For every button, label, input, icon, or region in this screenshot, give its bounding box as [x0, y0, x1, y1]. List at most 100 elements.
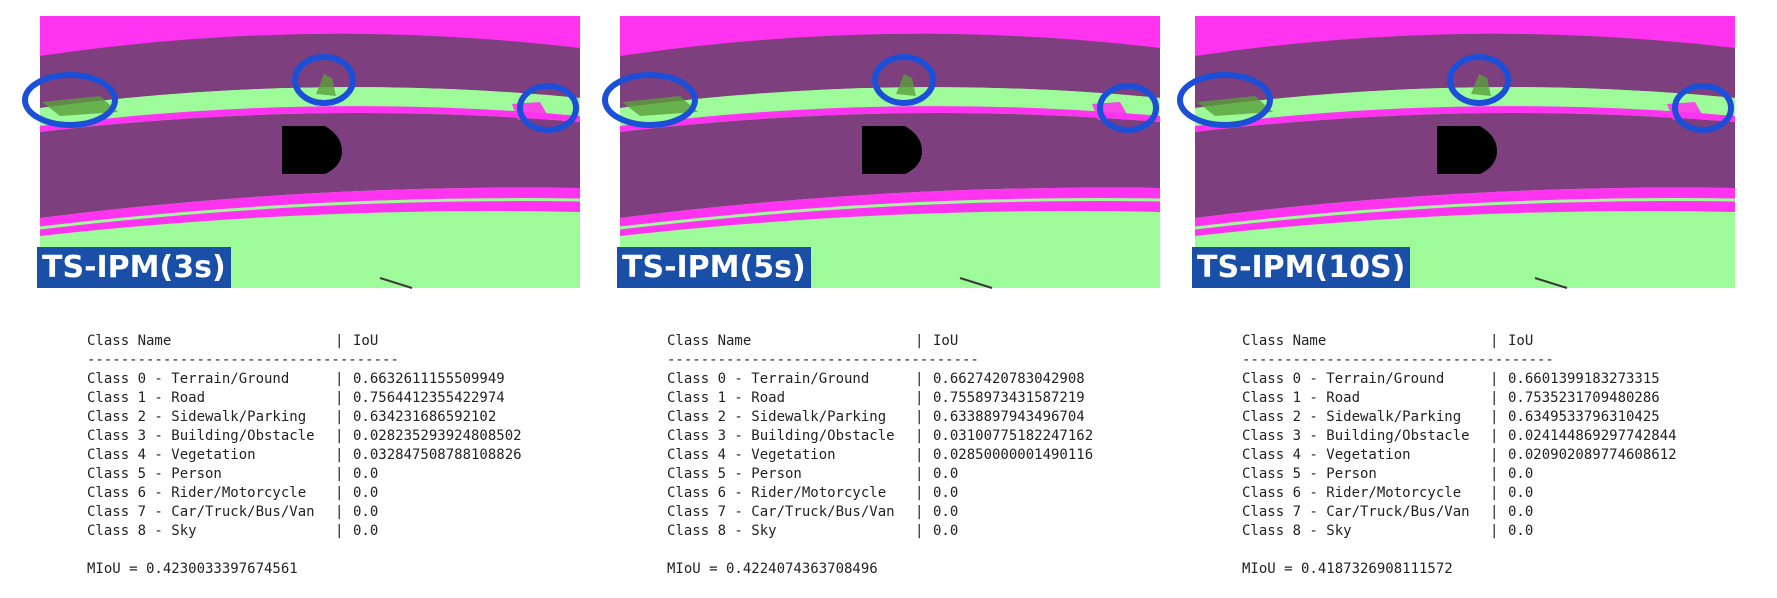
table-row: Class 8 - Sky | 0.0 — [1242, 522, 1677, 541]
table-row: Class 7 - Car/Truck/Bus/Van | 0.0 — [1242, 503, 1677, 522]
class-name-cell: Class 8 - Sky — [667, 523, 777, 539]
class-name-cell: Class 6 - Rider/Motorcycle — [87, 485, 307, 501]
column-separator: | — [915, 428, 924, 444]
table-row: Class 8 - Sky | 0.0 — [667, 522, 1093, 541]
class-name-cell: Class 4 - Vegetation — [667, 447, 836, 463]
class-name-cell: Class 1 - Road — [87, 390, 206, 406]
class-name-cell: Class 4 - Vegetation — [1242, 447, 1411, 463]
iou-value-cell: 0.7558973431587219 — [933, 390, 1085, 406]
iou-value-cell: 0.6338897943496704 — [933, 409, 1085, 425]
table-row: Class 0 - Terrain/Ground | 0.6601399183273… — [1242, 370, 1677, 389]
column-separator: | — [1490, 333, 1499, 349]
header-rule: ------------------------------------- — [667, 352, 979, 368]
column-separator: | — [915, 390, 924, 406]
table-row: Class 1 - Road | 0.7564412355422974 — [87, 389, 522, 408]
miou-value: MIoU = 0.4224074363708496 — [667, 561, 878, 577]
class-name-cell: Class 5 - Person — [667, 466, 802, 482]
table-row: Class 4 - Vegetation | 0.02850000001490116 — [667, 446, 1093, 465]
table-row: Class 4 - Vegetation | 0.02090208977460861… — [1242, 446, 1677, 465]
column-separator: | — [915, 371, 924, 387]
table-row: Class 3 - Building/Obstacle | 0.0241448692… — [1242, 427, 1677, 446]
table-row: Class 2 - Sidewalk/Parking | 0.63495337963… — [1242, 408, 1677, 427]
iou-table: Class Name | IoU --------------------------… — [87, 332, 522, 579]
table-row: Class 5 - Person | 0.0 — [87, 465, 522, 484]
iou-value-cell: 0.03100775182247162 — [933, 428, 1094, 444]
column-separator: | — [1490, 390, 1499, 406]
iou-value-cell: 0.0 — [933, 466, 959, 482]
class-name-cell: Class 7 - Car/Truck/Bus/Van — [667, 504, 895, 520]
column-separator: | — [335, 485, 344, 501]
iou-value-cell: 0.6627420783042908 — [933, 371, 1085, 387]
column-separator: | — [335, 371, 344, 387]
ego-vehicle-mask — [282, 126, 342, 174]
column-separator: | — [1490, 428, 1499, 444]
table-row: Class 0 - Terrain/Ground | 0.6632611155509… — [87, 370, 522, 389]
iou-table: Class Name | IoU --------------------------… — [667, 332, 1093, 579]
column-separator: | — [915, 523, 924, 539]
class-name-cell: Class 2 - Sidewalk/Parking — [87, 409, 307, 425]
class-name-cell: Class 6 - Rider/Motorcycle — [667, 485, 887, 501]
method-label: TS-IPM(3s) — [37, 247, 231, 288]
iou-value-cell: 0.0 — [353, 485, 379, 501]
iou-value-cell: 0.6349533796310425 — [1508, 409, 1660, 425]
class-name-cell: Class 3 - Building/Obstacle — [87, 428, 315, 444]
column-separator: | — [1490, 409, 1499, 425]
column-separator: | — [335, 447, 344, 463]
iou-value-cell: 0.0 — [1508, 523, 1534, 539]
class-name-cell: Class 2 - Sidewalk/Parking — [1242, 409, 1462, 425]
header-class-name: Class Name — [1242, 333, 1327, 349]
column-separator: | — [915, 333, 924, 349]
table-row: Class 6 - Rider/Motorcycle | 0.0 — [87, 484, 522, 503]
column-separator: | — [335, 390, 344, 406]
class-name-cell: Class 4 - Vegetation — [87, 447, 256, 463]
iou-value-cell: 0.634231686592102 — [353, 409, 497, 425]
iou-value-cell: 0.0 — [1508, 485, 1534, 501]
header-iou: IoU — [1508, 333, 1534, 349]
header-iou: IoU — [353, 333, 379, 349]
class-name-cell: Class 2 - Sidewalk/Parking — [667, 409, 887, 425]
class-name-cell: Class 1 - Road — [1242, 390, 1361, 406]
header-class-name: Class Name — [87, 333, 172, 349]
table-row: Class 2 - Sidewalk/Parking | 0.63388979434… — [667, 408, 1093, 427]
iou-value-cell: 0.0 — [1508, 466, 1534, 482]
table-row: Class 3 - Building/Obstacle | 0.0282352939… — [87, 427, 522, 446]
table-row: Class 6 - Rider/Motorcycle | 0.0 — [667, 484, 1093, 503]
iou-value-cell: 0.028235293924808502 — [353, 428, 522, 444]
iou-value-cell: 0.024144869297742844 — [1508, 428, 1677, 444]
table-row: Class 2 - Sidewalk/Parking | 0.63423168659… — [87, 408, 522, 427]
column-separator: | — [335, 466, 344, 482]
column-separator: | — [335, 504, 344, 520]
table-row: Class 7 - Car/Truck/Bus/Van | 0.0 — [87, 503, 522, 522]
header-rule: ------------------------------------- — [87, 352, 399, 368]
column-separator: | — [1490, 485, 1499, 501]
class-name-cell: Class 5 - Person — [87, 466, 222, 482]
table-row: Class 1 - Road | 0.7535231709480286 — [1242, 389, 1677, 408]
class-name-cell: Class 5 - Person — [1242, 466, 1377, 482]
column-separator: | — [1490, 371, 1499, 387]
column-separator: | — [1490, 447, 1499, 463]
panel-ts-ipm-5s: TS-IPM(5s) Class Name | IoU ---------------… — [602, 0, 1180, 598]
class-name-cell: Class 8 - Sky — [87, 523, 197, 539]
ego-vehicle-mask — [1437, 126, 1497, 174]
class-name-cell: Class 7 - Car/Truck/Bus/Van — [87, 504, 315, 520]
class-name-cell: Class 0 - Terrain/Ground — [1242, 371, 1445, 387]
iou-value-cell: 0.0 — [353, 466, 379, 482]
iou-table: Class Name | IoU --------------------------… — [1242, 332, 1677, 579]
column-separator: | — [915, 504, 924, 520]
method-label: TS-IPM(10S) — [1192, 247, 1411, 288]
column-separator: | — [335, 428, 344, 444]
header-class-name: Class Name — [667, 333, 752, 349]
class-name-cell: Class 0 - Terrain/Ground — [87, 371, 290, 387]
ego-vehicle-mask — [862, 126, 922, 174]
table-row: Class 1 - Road | 0.7558973431587219 — [667, 389, 1093, 408]
miou-value: MIoU = 0.4187326908111572 — [1242, 561, 1453, 577]
iou-value-cell: 0.0 — [933, 504, 959, 520]
table-row: Class 5 - Person | 0.0 — [1242, 465, 1677, 484]
table-row: Class 4 - Vegetation | 0.03284750878810882… — [87, 446, 522, 465]
table-row: Class 6 - Rider/Motorcycle | 0.0 — [1242, 484, 1677, 503]
table-header: Class Name | IoU — [1242, 332, 1677, 351]
class-name-cell: Class 0 - Terrain/Ground — [667, 371, 870, 387]
column-separator: | — [915, 409, 924, 425]
iou-value-cell: 0.020902089774608612 — [1508, 447, 1677, 463]
iou-value-cell: 0.0 — [353, 504, 379, 520]
